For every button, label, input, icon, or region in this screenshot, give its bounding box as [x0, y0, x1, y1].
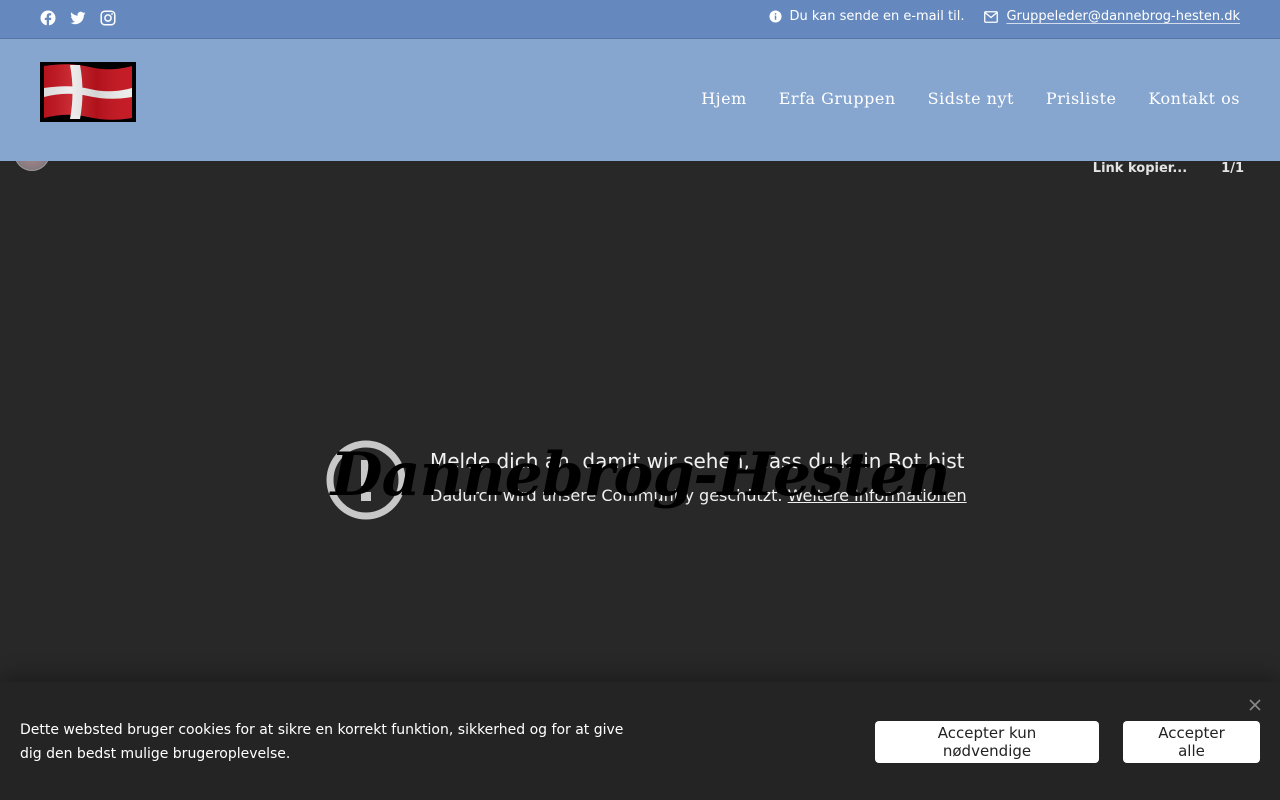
slide-counter: 1/1 — [1221, 161, 1244, 176]
info-text: Du kan sende en e-mail til. — [789, 9, 965, 24]
nav-sidste-nyt[interactable]: Sidste nyt — [928, 89, 1014, 108]
info-icon — [769, 10, 782, 23]
avatar[interactable] — [14, 161, 50, 171]
link-copy-button[interactable]: Link kopier... — [1093, 161, 1187, 176]
top-bar: Du kan sende en e-mail til. Gruppeleder@… — [0, 0, 1280, 39]
nav-kontakt-os[interactable]: Kontakt os — [1149, 89, 1240, 108]
nav-prisliste[interactable]: Prisliste — [1046, 89, 1117, 108]
contact-info: Du kan sende en e-mail til. Gruppeleder@… — [769, 9, 1240, 24]
close-icon[interactable] — [1248, 698, 1262, 712]
mail-icon — [984, 10, 999, 23]
main-nav: Hjem Erfa Gruppen Sidste nyt Prisliste K… — [701, 89, 1240, 108]
cookie-text: Dette websted bruger cookies for at sikr… — [20, 722, 624, 762]
brand-overlay-title: Dannebrog-Hesten — [330, 440, 951, 510]
social-links — [40, 10, 116, 26]
twitter-icon[interactable] — [70, 10, 86, 26]
site-header: Hjem Erfa Gruppen Sidste nyt Prisliste K… — [0, 39, 1280, 161]
danish-flag-logo — [40, 62, 136, 122]
email-link[interactable]: Gruppeleder@dannebrog-hesten.dk — [1006, 9, 1240, 24]
facebook-icon[interactable] — [40, 10, 56, 26]
nav-hjem[interactable]: Hjem — [701, 89, 747, 108]
instagram-icon[interactable] — [100, 10, 116, 26]
accept-necessary-button[interactable]: Accepter kun nødvendige — [875, 721, 1099, 763]
embed-controls: Link kopier... 1/1 — [1093, 161, 1244, 176]
nav-erfa-gruppen[interactable]: Erfa Gruppen — [779, 89, 896, 108]
accept-all-button[interactable]: Accepter alle — [1123, 721, 1260, 763]
cookie-banner: Dette websted bruger cookies for at sikr… — [0, 682, 1280, 800]
logo[interactable] — [40, 62, 136, 122]
